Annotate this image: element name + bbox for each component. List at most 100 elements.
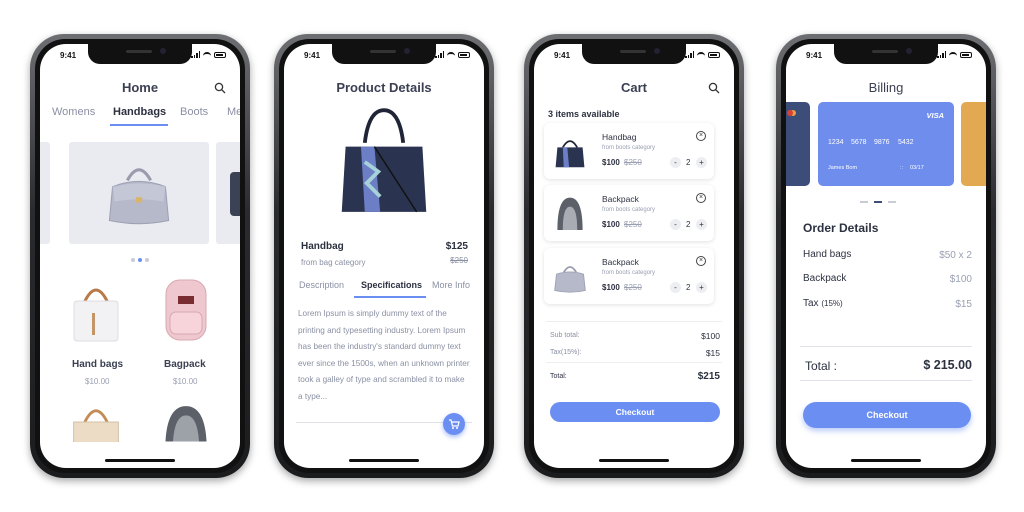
cart-item-category: from boots category bbox=[602, 145, 656, 151]
remove-item-icon[interactable]: × bbox=[696, 131, 706, 141]
carousel-prev-card[interactable] bbox=[40, 142, 50, 244]
tax-value: $15 bbox=[705, 348, 720, 358]
page-title: Billing bbox=[868, 80, 904, 95]
status-time: 9:41 bbox=[304, 51, 321, 60]
carousel-next-card[interactable] bbox=[216, 142, 240, 244]
order-line-label: Hand bags bbox=[803, 249, 852, 260]
cart-item-qty: 2 bbox=[686, 220, 691, 229]
total-value: $ 215.00 bbox=[923, 358, 972, 372]
bagpack-image[interactable] bbox=[156, 272, 216, 346]
order-line-label: Tax (15%) bbox=[803, 298, 843, 309]
increase-qty-button[interactable]: + bbox=[696, 157, 707, 168]
cart-item-price: $100 bbox=[602, 283, 620, 292]
handbag-image bbox=[108, 168, 170, 225]
product-name: Bagpack bbox=[164, 359, 206, 370]
card-holder: James Bom bbox=[828, 165, 858, 171]
tab-boots[interactable]: Boots bbox=[180, 106, 208, 118]
divider bbox=[800, 346, 972, 347]
tab-description[interactable]: Description bbox=[299, 280, 344, 290]
wifi-icon bbox=[447, 51, 455, 58]
divider bbox=[800, 380, 972, 381]
card-prev[interactable] bbox=[786, 102, 810, 186]
remove-item-icon[interactable]: × bbox=[696, 193, 706, 203]
tax-label: Tax(15%): bbox=[550, 349, 582, 356]
details-screen: 9:41 Product Details Handbag from bag ca… bbox=[284, 44, 484, 468]
cart-icon bbox=[449, 419, 460, 429]
status-time: 9:41 bbox=[806, 51, 823, 60]
cart-item: Backpack from boots category $100 $250 -… bbox=[544, 248, 714, 304]
card-expiry: 03/17 bbox=[910, 165, 924, 171]
decrease-qty-button[interactable]: - bbox=[670, 219, 681, 230]
carousel-main-card[interactable] bbox=[69, 142, 209, 244]
search-icon[interactable] bbox=[214, 82, 226, 94]
backpack-grey-image[interactable] bbox=[158, 400, 214, 442]
product-description: Lorem Ipsum is simply dummy text of the … bbox=[298, 309, 470, 401]
total-value: $215 bbox=[697, 371, 720, 382]
tab-more[interactable]: Me bbox=[227, 106, 240, 118]
tax-rate: (15%) bbox=[821, 299, 843, 308]
product-old-price: $250 bbox=[450, 256, 468, 265]
page-title: Cart bbox=[620, 80, 647, 95]
home-screen: 9:41 Home Womens Handbags Boots Me Hand … bbox=[40, 44, 240, 468]
cart-item-old-price: $250 bbox=[624, 283, 642, 292]
product-price: $10.00 bbox=[173, 377, 198, 386]
tab-active-underline bbox=[354, 296, 426, 298]
increase-qty-button[interactable]: + bbox=[696, 219, 707, 230]
remove-item-icon[interactable]: × bbox=[696, 256, 706, 266]
increase-qty-button[interactable]: + bbox=[696, 282, 707, 293]
signal-icon bbox=[937, 51, 946, 58]
decrease-qty-button[interactable]: - bbox=[670, 157, 681, 168]
tab-specifications[interactable]: Specifications bbox=[361, 280, 422, 290]
divider bbox=[546, 321, 722, 322]
card-brand: VISA bbox=[926, 111, 944, 120]
cart-item: Handbag from boots category $100 $250 - … bbox=[544, 123, 714, 179]
tab-womens[interactable]: Womens bbox=[52, 106, 95, 118]
add-to-cart-button[interactable] bbox=[443, 413, 465, 435]
divider bbox=[546, 362, 722, 363]
phone-billing: 9:41 Billing VISA 1234 5678 9876 5432 Ja… bbox=[776, 34, 996, 478]
card-number-2: 5678 bbox=[851, 139, 867, 146]
cart-item-qty: 2 bbox=[686, 283, 691, 292]
home-indicator bbox=[105, 459, 175, 462]
carousel-dots bbox=[131, 258, 149, 262]
subtotal-label: Sub total: bbox=[550, 332, 580, 339]
signal-icon bbox=[191, 51, 200, 58]
tab-handbags[interactable]: Handbags bbox=[113, 106, 166, 118]
cart-item-old-price: $250 bbox=[624, 158, 642, 167]
hand-bags-image[interactable] bbox=[66, 274, 126, 346]
cart-item-price: $100 bbox=[602, 220, 620, 229]
cart-item-price: $100 bbox=[602, 158, 620, 167]
items-available: 3 items available bbox=[548, 109, 620, 119]
battery-icon bbox=[708, 51, 720, 58]
total-label: Total : bbox=[805, 359, 838, 373]
product-name: Hand bags bbox=[72, 359, 124, 370]
tote-bag-image[interactable] bbox=[68, 402, 124, 442]
checkout-button[interactable]: Checkout bbox=[550, 402, 720, 422]
status-time: 9:41 bbox=[60, 51, 77, 60]
cart-item-category: from boots category bbox=[602, 270, 656, 276]
signal-icon bbox=[435, 51, 444, 58]
wifi-icon bbox=[949, 51, 957, 58]
decrease-qty-button[interactable]: - bbox=[670, 282, 681, 293]
checkout-button[interactable]: Checkout bbox=[803, 402, 971, 428]
tab-more-info[interactable]: More Info bbox=[432, 280, 470, 290]
order-line-value: $100 bbox=[949, 274, 972, 285]
search-icon[interactable] bbox=[708, 82, 720, 94]
home-indicator bbox=[599, 459, 669, 462]
battery-icon bbox=[458, 51, 470, 58]
card-number-3: 9876 bbox=[874, 139, 890, 146]
phone-product-details: 9:41 Product Details Handbag from bag ca… bbox=[274, 34, 494, 478]
battery-icon bbox=[960, 51, 972, 58]
cart-item-old-price: $250 bbox=[624, 220, 642, 229]
order-line-value: $15 bbox=[955, 299, 972, 310]
cart-item-qty: 2 bbox=[686, 158, 691, 167]
home-indicator bbox=[851, 459, 921, 462]
card-dots bbox=[860, 201, 896, 203]
wifi-icon bbox=[203, 51, 211, 58]
credit-card[interactable]: VISA 1234 5678 9876 5432 James Bom :: 03… bbox=[818, 102, 954, 186]
tax-label: Tax bbox=[803, 298, 819, 309]
product-name: Handbag bbox=[301, 241, 344, 252]
cart-item-name: Handbag bbox=[602, 132, 637, 142]
card-next[interactable] bbox=[961, 102, 986, 186]
phone-cart: 9:41 Cart 3 items available Handbag from… bbox=[524, 34, 744, 478]
